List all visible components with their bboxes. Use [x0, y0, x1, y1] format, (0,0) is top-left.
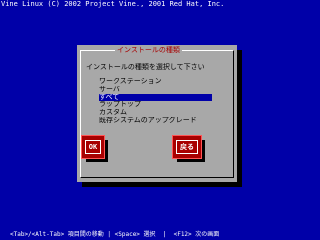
install-type-dialog: インストールの種類 インストールの種類を選択して下さい ワークステーション サー… — [77, 45, 237, 182]
ok-button[interactable]: OK — [81, 135, 108, 162]
ok-button-label: OK — [84, 140, 102, 154]
back-button[interactable]: 戻る — [172, 135, 205, 162]
back-button-label: 戻る — [176, 140, 198, 154]
top-banner: Vine Linux (C) 2002 Project Vine., 2001 … — [1, 0, 225, 8]
help-line: <Tab>/<Alt-Tab> 項目間の移動 | <Space> 選択 | <F… — [10, 231, 220, 238]
